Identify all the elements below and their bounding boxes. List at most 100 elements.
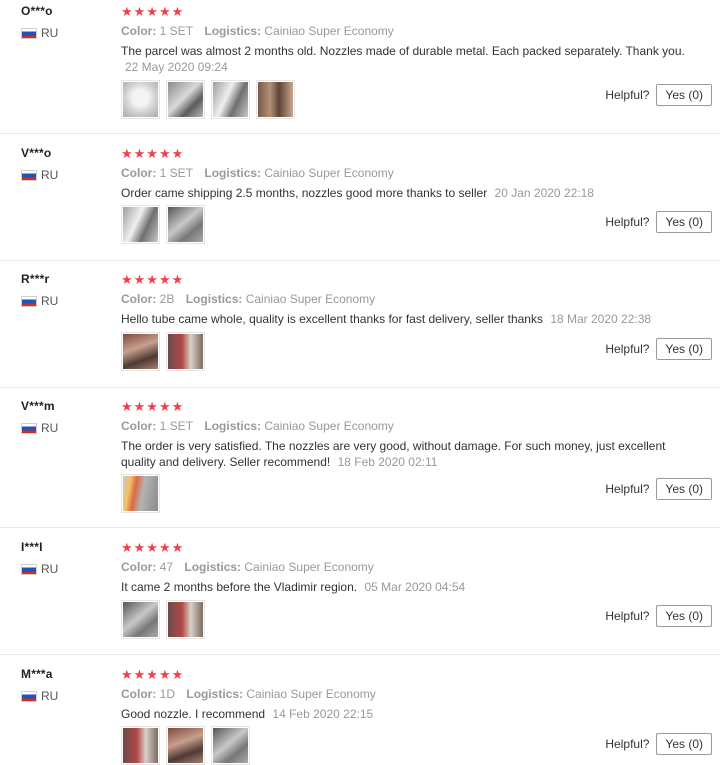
- reviewer-name: M***a: [21, 667, 53, 681]
- review-text-block: Order came shipping 2.5 months, nozzles …: [121, 185, 712, 201]
- review-item: V***o RU ★★★★★ Color: 1 SET Logistics: C…: [0, 134, 720, 261]
- helpful-label: Helpful?: [605, 609, 650, 623]
- helpful-yes-button[interactable]: Yes (0): [656, 84, 712, 106]
- logistics-value: Cainiao Super Economy: [264, 419, 394, 433]
- helpful-vote: Helpful? Yes (0): [605, 338, 712, 360]
- review-text-block: It came 2 months before the Vladimir reg…: [121, 579, 712, 595]
- reviewer-info: R***r RU: [21, 272, 111, 308]
- country-code: RU: [41, 294, 59, 308]
- color-key: Color:: [121, 560, 157, 574]
- helpful-yes-button[interactable]: Yes (0): [656, 211, 712, 233]
- reviewer-name: V***m: [21, 399, 55, 413]
- color-value: 47: [159, 560, 174, 574]
- helpful-vote: Helpful? Yes (0): [605, 84, 712, 106]
- country-code: RU: [41, 26, 59, 40]
- reviewer-info: O***o RU: [21, 4, 111, 40]
- color-key: Color:: [121, 419, 157, 433]
- reviewer-name: V***o: [21, 146, 52, 160]
- review-photos: [121, 474, 160, 513]
- review-photo-thumbnail[interactable]: [121, 474, 160, 513]
- country-code: RU: [41, 421, 59, 435]
- reviewer-info: I***I RU: [21, 540, 111, 576]
- country-code: RU: [41, 168, 59, 182]
- helpful-yes-button[interactable]: Yes (0): [656, 605, 712, 627]
- reviewer-info: V***o RU: [21, 146, 111, 182]
- review-date: 18 Mar 2020 22:38: [550, 312, 652, 326]
- russia-flag-icon: [21, 563, 37, 575]
- review-content: ★★★★★ Color: 1 SET Logistics: Cainiao Su…: [121, 399, 712, 470]
- review-photo-thumbnail[interactable]: [166, 600, 205, 639]
- color-key: Color:: [121, 24, 157, 38]
- review-item: O***o RU ★★★★★ Color: 1 SET Logistics: C…: [0, 0, 720, 134]
- review-text-block: Good nozzle. I recommend 14 Feb 2020 22:…: [121, 706, 712, 722]
- review-content: ★★★★★ Color: 47 Logistics: Cainiao Super…: [121, 540, 712, 595]
- review-photo-thumbnail[interactable]: [121, 205, 160, 244]
- review-photo-thumbnail[interactable]: [121, 600, 160, 639]
- reviewer-info: M***a RU: [21, 667, 111, 703]
- reviewer-country: RU: [21, 689, 111, 703]
- reviewer-name: R***r: [21, 272, 50, 286]
- color-value: 1 SET: [159, 166, 194, 180]
- review-photo-thumbnail[interactable]: [121, 726, 160, 765]
- review-meta: Color: 2B Logistics: Cainiao Super Econo…: [121, 291, 712, 307]
- review-photo-thumbnail[interactable]: [166, 332, 205, 371]
- helpful-yes-button[interactable]: Yes (0): [656, 733, 712, 755]
- logistics-value: Cainiao Super Economy: [245, 292, 376, 306]
- review-meta: Color: 1 SET Logistics: Cainiao Super Ec…: [121, 418, 712, 434]
- review-photo-thumbnail[interactable]: [166, 80, 205, 119]
- review-meta: Color: 1 SET Logistics: Cainiao Super Ec…: [121, 165, 712, 181]
- helpful-vote: Helpful? Yes (0): [605, 211, 712, 233]
- logistics-value: Cainiao Super Economy: [246, 687, 376, 701]
- color-value: 1 SET: [159, 419, 194, 433]
- helpful-vote: Helpful? Yes (0): [605, 733, 712, 755]
- reviews-list: O***o RU ★★★★★ Color: 1 SET Logistics: C…: [0, 0, 720, 765]
- reviewer-country: RU: [21, 26, 111, 40]
- review-content: ★★★★★ Color: 1 SET Logistics: Cainiao Su…: [121, 4, 712, 75]
- logistics-value: Cainiao Super Economy: [264, 24, 394, 38]
- star-rating: ★★★★★: [121, 146, 185, 161]
- review-date: 14 Feb 2020 22:15: [272, 707, 374, 721]
- review-date: 20 Jan 2020 22:18: [494, 186, 594, 200]
- reviewer-country: RU: [21, 562, 111, 576]
- helpful-vote: Helpful? Yes (0): [605, 605, 712, 627]
- review-text-block: The parcel was almost 2 months old. Nozz…: [121, 43, 712, 75]
- review-text-block: Hello tube came whole, quality is excell…: [121, 311, 712, 327]
- review-item: M***a RU ★★★★★ Color: 1D Logistics: Cain…: [0, 655, 720, 765]
- review-photo-thumbnail[interactable]: [166, 205, 205, 244]
- helpful-label: Helpful?: [605, 88, 650, 102]
- review-content: ★★★★★ Color: 2B Logistics: Cainiao Super…: [121, 272, 712, 327]
- logistics-key: Logistics:: [185, 292, 243, 306]
- review-meta: Color: 1D Logistics: Cainiao Super Econo…: [121, 686, 712, 702]
- color-value: 2B: [159, 292, 175, 306]
- review-meta: Color: 47 Logistics: Cainiao Super Econo…: [121, 559, 712, 575]
- logistics-key: Logistics:: [204, 419, 262, 433]
- review-photo-thumbnail[interactable]: [166, 726, 205, 765]
- star-rating: ★★★★★: [121, 272, 185, 287]
- color-key: Color:: [121, 166, 157, 180]
- logistics-value: Cainiao Super Economy: [244, 560, 374, 574]
- star-rating: ★★★★★: [121, 667, 185, 682]
- review-item: I***I RU ★★★★★ Color: 47 Logistics: Cain…: [0, 528, 720, 655]
- star-rating: ★★★★★: [121, 399, 185, 414]
- review-photo-thumbnail[interactable]: [211, 80, 250, 119]
- review-photo-thumbnail[interactable]: [121, 332, 160, 371]
- helpful-label: Helpful?: [605, 482, 650, 496]
- helpful-yes-button[interactable]: Yes (0): [656, 338, 712, 360]
- russia-flag-icon: [21, 169, 37, 181]
- review-content: ★★★★★ Color: 1D Logistics: Cainiao Super…: [121, 667, 712, 722]
- review-photo-thumbnail[interactable]: [256, 80, 295, 119]
- review-photo-thumbnail[interactable]: [121, 80, 160, 119]
- reviewer-country: RU: [21, 294, 111, 308]
- star-rating: ★★★★★: [121, 4, 185, 19]
- review-photo-thumbnail[interactable]: [211, 726, 250, 765]
- logistics-key: Logistics:: [204, 24, 262, 38]
- logistics-key: Logistics:: [204, 166, 262, 180]
- country-code: RU: [41, 562, 59, 576]
- helpful-yes-button[interactable]: Yes (0): [656, 478, 712, 500]
- review-text: The parcel was almost 2 months old. Nozz…: [121, 44, 685, 58]
- logistics-key: Logistics:: [184, 560, 242, 574]
- reviewer-name: I***I: [21, 540, 43, 554]
- star-rating: ★★★★★: [121, 540, 185, 555]
- helpful-vote: Helpful? Yes (0): [605, 478, 712, 500]
- review-text: It came 2 months before the Vladimir reg…: [121, 580, 358, 594]
